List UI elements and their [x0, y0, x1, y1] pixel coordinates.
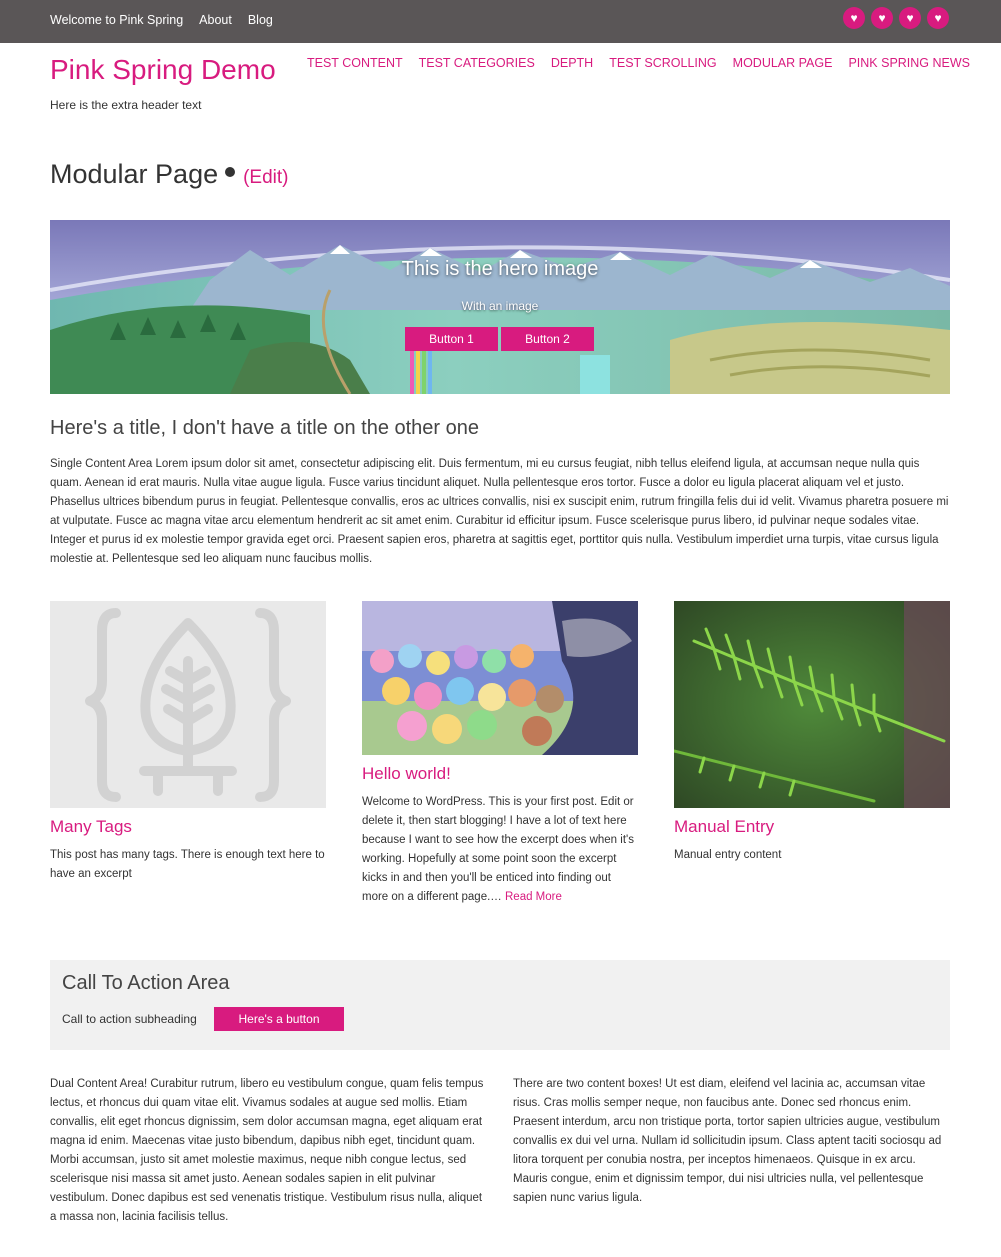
hero-button-2[interactable]: Button 2 [501, 327, 594, 351]
fern-image[interactable] [674, 601, 950, 808]
main-nav: TEST CONTENT TEST CATEGORIES DEPTH TEST … [307, 56, 970, 70]
hero-banner: This is the hero image With an image But… [50, 220, 950, 394]
cta-subheading: Call to action subheading [62, 1012, 197, 1026]
post-title-many-tags[interactable]: Many Tags [50, 817, 326, 837]
edit-link[interactable]: (Edit) [243, 167, 288, 188]
post-excerpt-text: Welcome to WordPress. This is your first… [362, 796, 634, 903]
page-title: Modular Page (Edit) [50, 159, 289, 190]
dual-content-left: Dual Content Area! Curabitur rutrum, lib… [50, 1078, 484, 1223]
post-excerpt-many-tags: This post has many tags. There is enough… [50, 849, 325, 880]
fern-photo-image [674, 601, 950, 808]
heart-icon[interactable]: ♥ [871, 7, 893, 29]
nav-depth[interactable]: DEPTH [551, 56, 593, 70]
top-link-about[interactable]: About [199, 13, 232, 27]
site-title[interactable]: Pink Spring Demo [50, 54, 276, 86]
post-excerpt-hello-world: Welcome to WordPress. This is your first… [362, 793, 638, 907]
hero-title: This is the hero image [401, 258, 599, 280]
heart-icon[interactable]: ♥ [927, 7, 949, 29]
cta-button[interactable]: Here's a button [214, 1007, 344, 1031]
nav-test-categories[interactable]: TEST CATEGORIES [419, 56, 535, 70]
top-link-welcome[interactable]: Welcome to Pink Spring [50, 13, 183, 27]
placeholder-leaf-image[interactable] [50, 601, 326, 808]
post-card-many-tags: Many Tags This post has many tags. There… [50, 601, 326, 884]
nav-pink-spring-news[interactable]: PINK SPRING NEWS [848, 56, 970, 70]
nav-modular-page[interactable]: MODULAR PAGE [733, 56, 833, 70]
call-to-action-area: Call To Action Area Call to action subhe… [50, 960, 950, 1050]
nav-test-scrolling[interactable]: TEST SCROLLING [609, 56, 716, 70]
post-card-manual-entry: Manual Entry Manual entry content [674, 601, 950, 865]
single-content-title: Here's a title, I don't have a title on … [50, 417, 480, 439]
ponies-image[interactable] [362, 601, 638, 755]
single-content-text: Single Content Area Lorem ipsum dolor si… [50, 458, 949, 565]
hero-button-1[interactable]: Button 1 [405, 327, 498, 351]
heart-icon[interactable]: ♥ [843, 7, 865, 29]
post-card-hello-world: Hello world! Welcome to WordPress. This … [362, 601, 638, 907]
page-title-text: Modular Page [50, 159, 219, 189]
hero-subtitle: With an image [461, 299, 539, 313]
ponies-crowd-image [362, 601, 638, 755]
read-more-link[interactable]: Read More [505, 891, 562, 903]
heart-icon[interactable]: ♥ [899, 7, 921, 29]
leaf-placeholder-icon [85, 608, 291, 802]
bullet-icon [225, 167, 236, 177]
post-title-hello-world[interactable]: Hello world! [362, 764, 638, 784]
post-excerpt-manual-entry: Manual entry content [674, 849, 782, 861]
top-bar: Welcome to Pink Spring About Blog ♥ ♥ ♥ … [0, 0, 1001, 43]
social-icons: ♥ ♥ ♥ ♥ [843, 7, 949, 29]
nav-test-content[interactable]: TEST CONTENT [307, 56, 403, 70]
post-title-manual-entry[interactable]: Manual Entry [674, 817, 950, 837]
hero-buttons: Button 1 Button 2 [405, 327, 594, 351]
top-nav: Welcome to Pink Spring About Blog [50, 13, 273, 27]
site-tagline: Here is the extra header text [50, 98, 202, 112]
cta-title: Call To Action Area [62, 972, 230, 994]
dual-content-right: There are two content boxes! Ut est diam… [513, 1078, 942, 1204]
top-link-blog[interactable]: Blog [248, 13, 273, 27]
